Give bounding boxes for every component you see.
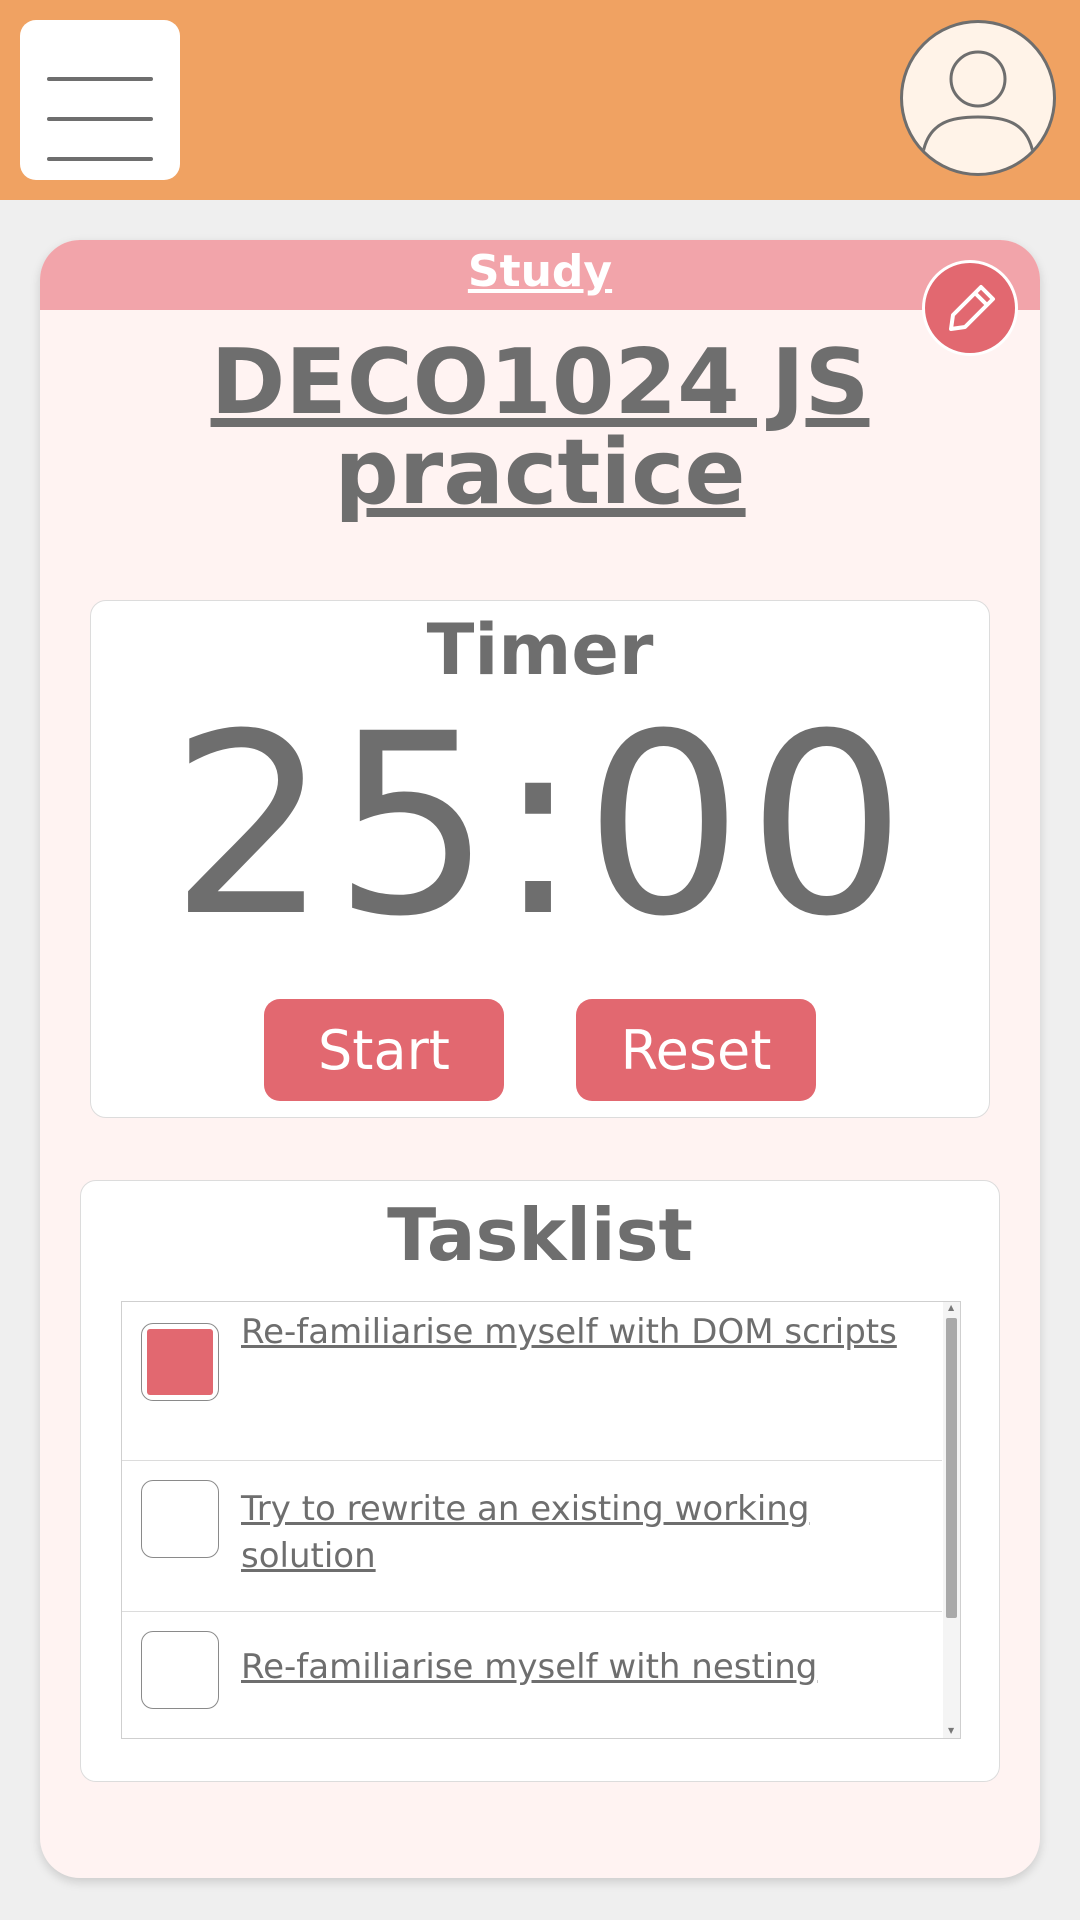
tasklist-panel: Tasklist Re-familiarise myself with DOM … (80, 1180, 1000, 1782)
user-icon (921, 50, 1035, 154)
title-line-1: DECO1024 JS (210, 330, 870, 435)
card-header: Study (40, 240, 1040, 310)
pencil-icon (949, 285, 995, 331)
task-card: Study DECO1024 JS practice Timer 25:00 S… (40, 240, 1040, 1878)
task-checkbox[interactable] (141, 1480, 219, 1558)
timer-label: Timer (426, 609, 654, 691)
list-item[interactable]: Try to rewrite an existing working solut… (122, 1461, 942, 1612)
scrollbar[interactable]: ▲ ▼ (943, 1302, 960, 1738)
title-line-2: practice (334, 420, 746, 525)
list-item[interactable]: Re-familiarise myself with DOM scripts (122, 1302, 942, 1461)
top-bar (0, 0, 1080, 200)
category-link[interactable]: Study (468, 246, 612, 297)
task-list[interactable]: Re-familiarise myself with DOM scripts T… (121, 1301, 961, 1739)
scroll-down-icon[interactable]: ▼ (948, 1727, 954, 1735)
scroll-up-icon[interactable]: ▲ (948, 1304, 954, 1312)
task-text: Re-familiarise myself with DOM scripts (241, 1312, 897, 1352)
menu-button[interactable] (20, 20, 180, 180)
task-text: Try to rewrite an existing working solut… (241, 1489, 810, 1576)
tasklist-title: Tasklist (387, 1193, 693, 1277)
profile-button[interactable] (900, 20, 1056, 176)
task-checkbox[interactable] (141, 1631, 219, 1709)
scroll-thumb[interactable] (946, 1318, 957, 1618)
start-button[interactable]: Start (264, 999, 504, 1101)
task-checkbox[interactable] (141, 1323, 219, 1401)
timer-display: 25:00 (169, 680, 911, 971)
list-item[interactable]: Re-familiarise myself with nesting (122, 1612, 942, 1738)
timer-panel: Timer 25:00 Start Reset (90, 600, 990, 1118)
reset-button[interactable]: Reset (576, 999, 816, 1101)
task-text: Re-familiarise myself with nesting (241, 1647, 818, 1687)
page-title: DECO1024 JS practice (40, 338, 1040, 518)
